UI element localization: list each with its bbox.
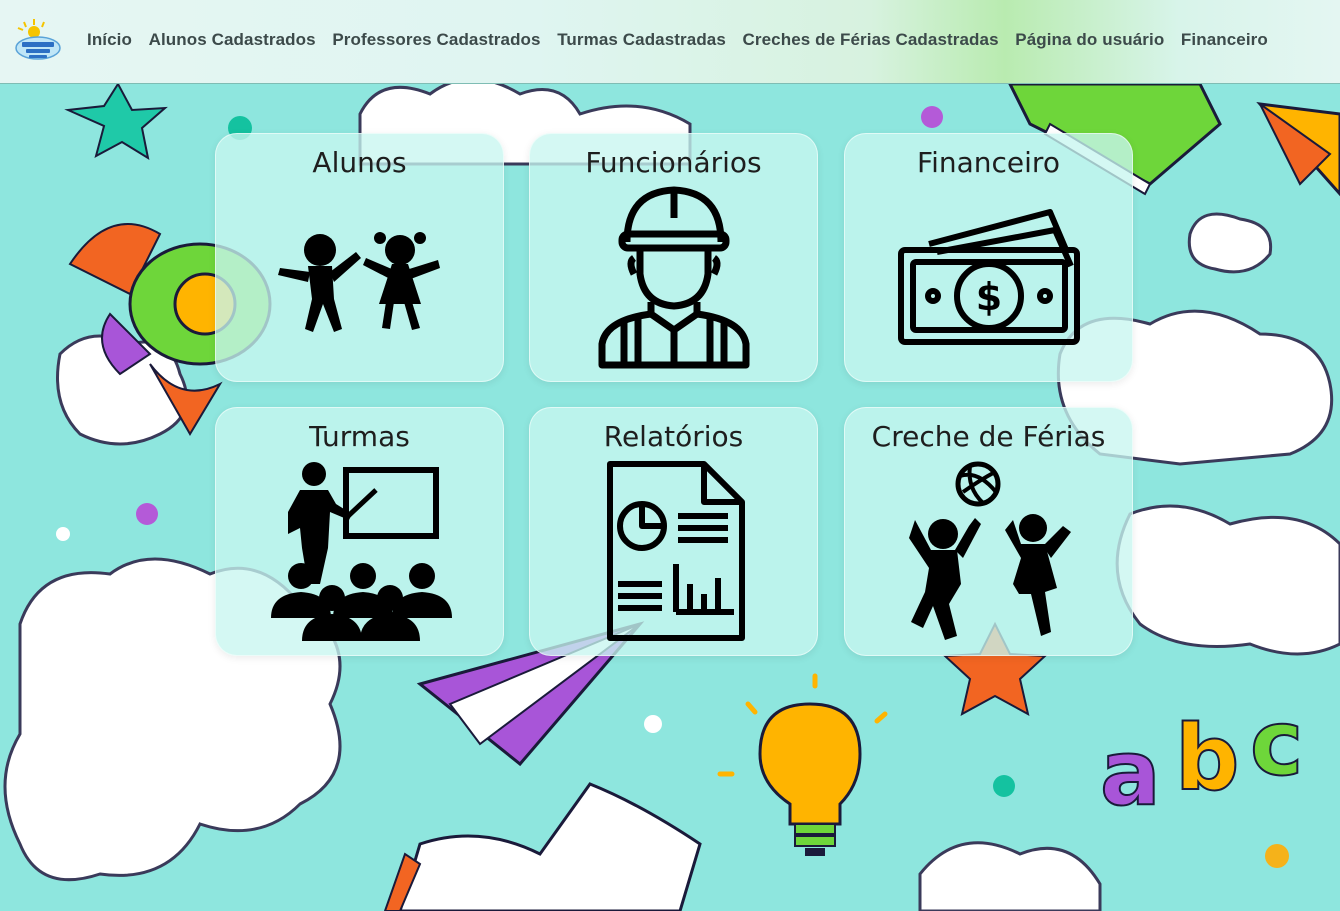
classroom-icon [271,462,452,641]
worker-icon [598,186,750,369]
escola-logo-icon[interactable] [14,18,62,62]
card-relatorios[interactable]: Relatórios [529,407,818,656]
nav-link-professores-cadastrados[interactable]: Professores Cadastrados [332,30,540,50]
children-icon [278,232,440,332]
card-financeiro[interactable]: Financeiro $ [844,133,1133,382]
svg-text:c: c [1250,691,1303,796]
kids-playing-icon [909,461,1071,640]
nav-link-financeiro[interactable]: Financeiro [1181,30,1268,50]
svg-text:b: b [1175,706,1239,811]
card-alunos[interactable]: Alunos [215,133,504,382]
report-icon [607,461,745,641]
nav-link-creches-de-ferias[interactable]: Creches de Férias Cadastradas [743,30,999,50]
nav-link-turmas-cadastradas[interactable]: Turmas Cadastradas [557,30,726,50]
svg-text:a: a [1100,721,1161,826]
nav-link-alunos-cadastrados[interactable]: Alunos Cadastrados [149,30,316,50]
card-creche-de-ferias[interactable]: Creche de Férias [844,407,1133,656]
card-turmas[interactable]: Turmas [215,407,504,656]
top-navbar: Início Alunos Cadastrados Professores Ca… [0,0,1340,84]
nav-link-pagina-do-usuario[interactable]: Página do usuário [1015,30,1164,50]
money-icon: $ [898,209,1080,345]
svg-text:$: $ [976,275,1002,319]
nav-link-inicio[interactable]: Início [87,30,132,50]
star-decoration-icon [64,84,168,161]
nav-menu: Início Alunos Cadastrados Professores Ca… [87,30,1284,50]
card-funcionarios[interactable]: Funcionários [529,133,818,382]
